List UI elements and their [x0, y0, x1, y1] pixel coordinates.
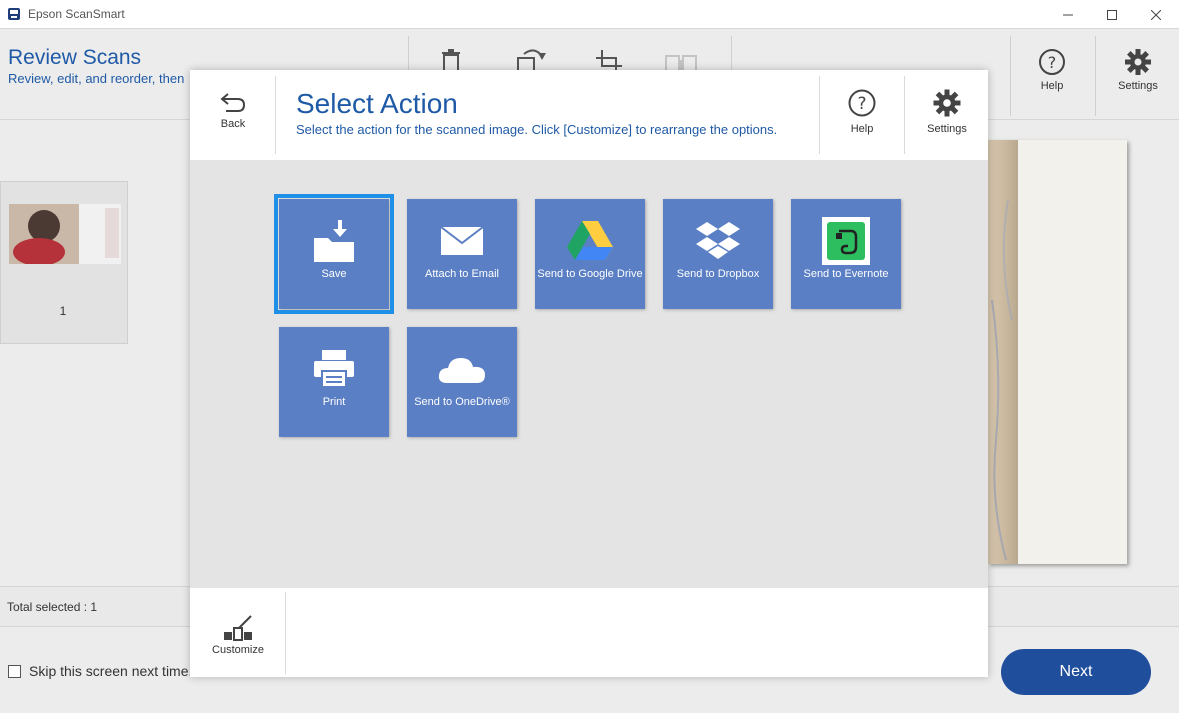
send-to-onedrive-action-tile[interactable]: Send to OneDrive® [407, 327, 517, 437]
back-label: Back [220, 118, 246, 130]
select-action-dialog: Back Select Action Select the action for… [190, 70, 988, 677]
window-title: Epson ScanSmart [28, 7, 125, 21]
back-arrow-icon [220, 93, 246, 112]
footer-divider [285, 592, 286, 674]
svg-text:?: ? [857, 94, 866, 114]
minimize-icon [1063, 14, 1073, 15]
skip-screen-option[interactable]: Skip this screen next time. [8, 663, 192, 679]
send-to-dropbox-action-tile[interactable]: Send to Dropbox [663, 199, 773, 309]
printer-icon [314, 350, 354, 388]
gear-icon [933, 89, 961, 117]
scan-preview-image [988, 140, 1127, 564]
send-to-evernote-action-label: Send to Evernote [803, 268, 889, 280]
customize-label: Customize [212, 644, 264, 656]
scan-thumbnail-card[interactable]: 1 [0, 181, 128, 344]
customize-button[interactable]: Customize [200, 614, 276, 656]
toolbar-divider [1010, 36, 1011, 116]
review-scans-title: Review Scans [8, 46, 142, 69]
svg-text:?: ? [1048, 53, 1057, 72]
skip-screen-label: Skip this screen next time. [29, 663, 193, 679]
onedrive-cloud-icon [438, 358, 485, 383]
help-icon: ? [848, 89, 876, 117]
send-to-dropbox-action-label: Send to Dropbox [676, 268, 760, 280]
next-button[interactable]: Next [1001, 649, 1151, 695]
background-settings-label: Settings [1118, 80, 1158, 92]
header-divider [819, 76, 820, 154]
save-action-label: Save [321, 268, 347, 280]
scan-thumbnail-number: 1 [59, 304, 67, 318]
back-button[interactable]: Back [204, 70, 262, 156]
maximize-icon [1107, 9, 1117, 20]
folder-save-icon [314, 220, 354, 262]
dropbox-icon [696, 222, 740, 259]
help-button[interactable]: ? Help [830, 70, 894, 156]
toolbar-divider [1095, 36, 1096, 116]
help-icon: ? [1039, 49, 1065, 75]
settings-button[interactable]: Settings [914, 70, 980, 156]
background-help-label: Help [1040, 80, 1064, 92]
header-divider [275, 76, 276, 154]
dialog-title: Select Action [296, 88, 458, 119]
background-settings-button[interactable]: Settings [1098, 46, 1178, 106]
send-to-google-drive-action-tile[interactable]: Send to Google Drive [535, 199, 645, 309]
header-divider [904, 76, 905, 154]
window-title-bar: Epson ScanSmart [0, 0, 1179, 29]
attach-to-email-action-label: Attach to Email [425, 268, 499, 280]
dialog-subtitle: Select the action for the scanned image.… [296, 122, 778, 137]
print-action-tile[interactable]: Print [279, 327, 389, 437]
print-action-label: Print [322, 396, 346, 408]
background-help-button[interactable]: ? Help [1012, 46, 1092, 106]
action-grid: Save Attach to Email Send to Google Driv… [190, 160, 988, 588]
minimize-button[interactable] [1045, 0, 1091, 29]
send-to-evernote-action-tile[interactable]: Send to Evernote [791, 199, 901, 309]
help-label: Help [850, 123, 874, 135]
envelope-icon [440, 226, 484, 255]
app-icon [8, 8, 20, 20]
send-to-google-drive-action-label: Send to Google Drive [537, 268, 643, 280]
google-drive-icon [567, 221, 613, 260]
settings-label: Settings [927, 123, 967, 135]
total-selected-text: Total selected : 1 [7, 600, 98, 614]
skip-screen-checkbox[interactable] [8, 664, 21, 678]
close-icon [1151, 9, 1161, 20]
dialog-header: Back Select Action Select the action for… [190, 70, 988, 160]
save-action-tile[interactable]: Save [274, 194, 394, 314]
evernote-icon [822, 217, 870, 265]
scan-thumbnail-image [9, 204, 121, 266]
send-to-onedrive-action-label: Send to OneDrive® [414, 396, 510, 408]
dialog-footer: Customize [190, 588, 988, 677]
review-scans-subtitle: Review, edit, and reorder, then [8, 71, 185, 86]
gear-icon [1125, 49, 1151, 75]
customize-icon [224, 615, 252, 641]
close-button[interactable] [1133, 0, 1179, 29]
maximize-button[interactable] [1089, 0, 1135, 29]
attach-to-email-action-tile[interactable]: Attach to Email [407, 199, 517, 309]
